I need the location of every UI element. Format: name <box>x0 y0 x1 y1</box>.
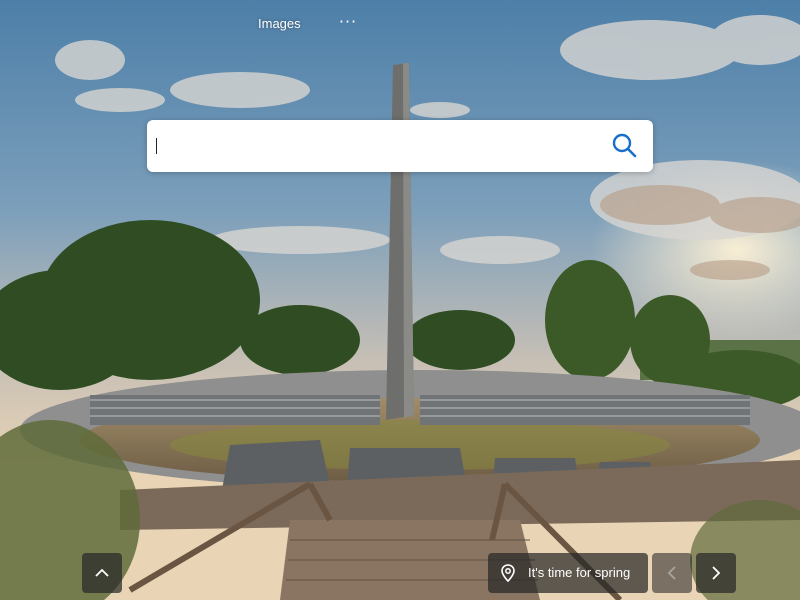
background-image <box>0 0 800 600</box>
search-button[interactable] <box>605 128 645 164</box>
previous-image-button[interactable] <box>652 553 692 593</box>
chevron-up-icon <box>95 568 109 577</box>
chevron-right-icon <box>712 566 721 580</box>
search-box <box>147 120 653 172</box>
search-icon <box>612 133 637 158</box>
search-input[interactable] <box>157 128 601 166</box>
scroll-up-button[interactable] <box>82 553 122 593</box>
nav-images-link[interactable]: Images <box>258 16 301 31</box>
next-image-button[interactable] <box>696 553 736 593</box>
image-caption-button[interactable]: It's time for spring <box>488 553 648 593</box>
image-caption-text: It's time for spring <box>528 565 631 580</box>
more-options-button[interactable]: ··· <box>337 12 359 32</box>
location-pin-icon <box>501 564 515 582</box>
top-nav: Images ··· <box>0 12 800 36</box>
chevron-left-icon <box>667 566 676 580</box>
